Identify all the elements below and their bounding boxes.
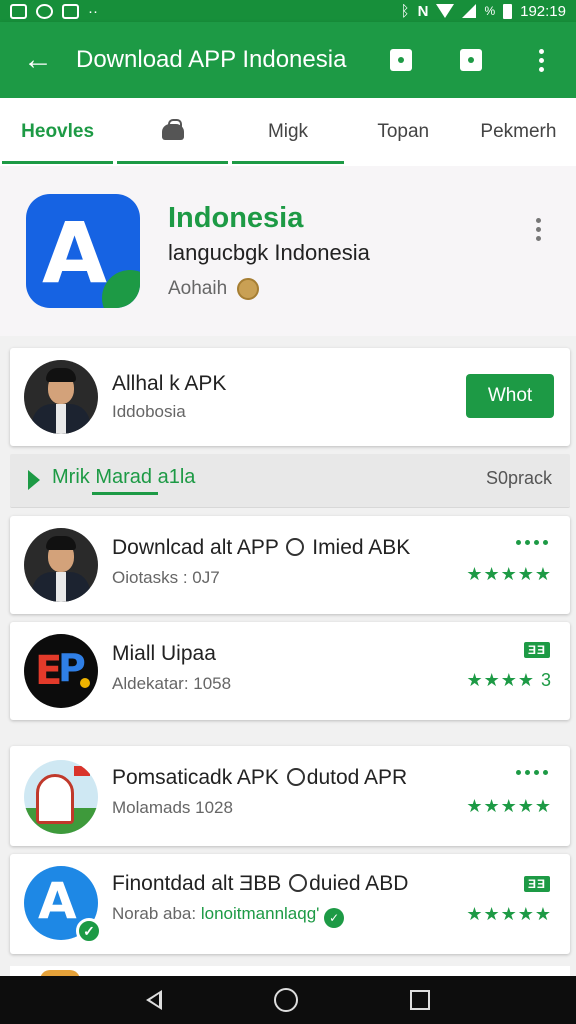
more-horiz-icon[interactable]	[516, 770, 548, 775]
app-meta: Aldekatar: 1058	[112, 674, 232, 693]
app-title-part: Pomsaticadk APK	[112, 766, 279, 789]
app-badge: ƎƎ	[523, 876, 550, 892]
tab-pekmerh[interactable]: Pekmerh	[461, 98, 576, 166]
app-title-part: Imied ABK	[312, 536, 411, 559]
app-meta: Iddobosia	[112, 402, 186, 421]
app-name: Indonesia	[168, 202, 304, 234]
tab-label: Migk	[267, 121, 309, 142]
coin-icon	[237, 278, 260, 300]
app-title-part: Downlcad alt APP	[112, 536, 279, 559]
app-meta: Molamads 1028	[112, 798, 233, 817]
rating-stars: ★★★★★	[466, 564, 552, 584]
app-title: Downlcad alt APP Imied ABK	[112, 536, 410, 560]
app-title-part: duied ABD	[309, 872, 409, 895]
info-icon	[286, 768, 305, 786]
chat-notification-icon	[36, 3, 53, 19]
tab-bag[interactable]	[115, 98, 230, 166]
app-avatar	[24, 360, 98, 434]
list-item[interactable]: Pomsaticadk APK dutod APR Molamads 1028 …	[10, 746, 570, 846]
tab-migk[interactable]: Migk	[230, 98, 345, 166]
app-badge: ƎƎ	[523, 642, 550, 658]
nav-back-icon[interactable]	[146, 990, 162, 1010]
more-vert-icon	[538, 48, 544, 72]
info-icon	[289, 874, 308, 892]
section-underline	[92, 492, 158, 495]
app-title-part: Finontdad alt ƎBB	[112, 872, 282, 895]
play-icon	[28, 470, 40, 490]
bag-icon	[161, 119, 184, 140]
bookmark-icon	[390, 49, 412, 71]
app-meta: Norab aba: lonoitmannlaqg' ✓	[112, 904, 345, 928]
install-button[interactable]: Whot	[466, 374, 554, 418]
signal-icon	[462, 4, 477, 18]
info-icon	[286, 538, 305, 556]
bookmark-button[interactable]	[366, 22, 436, 98]
app-developer: Aohaih	[168, 278, 260, 300]
section-more-link[interactable]: S0prack	[486, 468, 552, 489]
tab-indicator	[117, 161, 229, 164]
app-title: Miall Uipaa	[112, 642, 216, 665]
app-meta-highlight: lonoitmannlaqg'	[200, 904, 320, 923]
gallery-notification-icon	[10, 3, 27, 19]
tab-bar: Heovles Migk Topan Pekmerh	[0, 98, 576, 166]
share-icon	[460, 49, 482, 71]
tab-label: Heovles	[21, 121, 95, 142]
app-meta: Oiotasks : 0J7	[112, 568, 220, 587]
rating-stars: ★★★★★	[466, 796, 552, 816]
rating-stars: ★★★★ 3	[466, 670, 552, 690]
app-subtitle: langucbgk Indonesia	[168, 240, 370, 265]
app-avatar: EP	[24, 634, 98, 708]
bluetooth-icon: ᛒ	[400, 2, 410, 20]
tab-label: Topan	[377, 121, 430, 142]
tab-topan[interactable]: Topan	[346, 98, 461, 166]
verified-check-icon: ✓	[76, 918, 102, 944]
nfc-icon: N	[417, 2, 429, 20]
overflow-menu-button[interactable]	[506, 22, 576, 98]
list-item[interactable]: Downlcad alt APP Imied ABK Oiotasks : 0J…	[10, 516, 570, 614]
app-title: Pomsaticadk APK dutod APR	[112, 766, 407, 790]
app-bar-title: Download APP Indonesia	[76, 46, 347, 73]
app-meta-label: Norab aba:	[112, 904, 197, 923]
tab-heovles[interactable]: Heovles	[0, 98, 115, 166]
app-title-part: dutod APR	[306, 766, 408, 789]
app-bar: ← Download APP Indonesia	[0, 22, 576, 98]
share-button[interactable]	[436, 22, 506, 98]
nav-recents-icon[interactable]	[410, 990, 430, 1010]
tab-indicator	[232, 161, 344, 164]
nav-home-icon[interactable]	[274, 988, 298, 1012]
developer-name: Aohaih	[168, 278, 228, 299]
badge-icon: ✓	[324, 908, 345, 928]
more-notifications-icon: ··	[88, 2, 98, 20]
app-avatar	[24, 528, 98, 602]
app-avatar	[24, 760, 98, 834]
battery-label: %	[484, 4, 496, 18]
status-bar: ·· ᛒ N % 192:19	[0, 0, 576, 22]
app-title: Finontdad alt ƎBB duied ABD	[112, 872, 408, 896]
wifi-icon	[436, 4, 455, 18]
status-time: 192:19	[520, 2, 566, 20]
tab-label: Pekmerh	[480, 121, 557, 142]
section-title: Mrik Marad a1la	[52, 466, 196, 488]
app-header: A Indonesia langucbgk Indonesia Aohaih	[0, 166, 576, 336]
more-vert-icon[interactable]	[536, 218, 541, 241]
featured-app-card[interactable]: Allhal k APK Iddobosia Whot	[10, 348, 570, 446]
more-horiz-icon[interactable]	[516, 540, 548, 545]
app-icon: A	[26, 194, 140, 308]
list-item[interactable]: A ✓ Finontdad alt ƎBB duied ABD Norab ab…	[10, 854, 570, 954]
section-header: Mrik Marad a1la S0prack	[10, 454, 570, 508]
message-notification-icon	[62, 3, 79, 19]
system-nav-bar	[0, 976, 576, 1024]
tab-indicator	[2, 161, 114, 164]
app-title: Allhal k APK	[112, 372, 227, 395]
battery-icon	[503, 3, 513, 19]
back-arrow-icon[interactable]: ←	[0, 22, 76, 98]
list-item[interactable]: EP Miall Uipaa Aldekatar: 1058 ƎƎ ★★★★ 3	[10, 622, 570, 720]
rating-stars: ★★★★★	[466, 904, 552, 924]
